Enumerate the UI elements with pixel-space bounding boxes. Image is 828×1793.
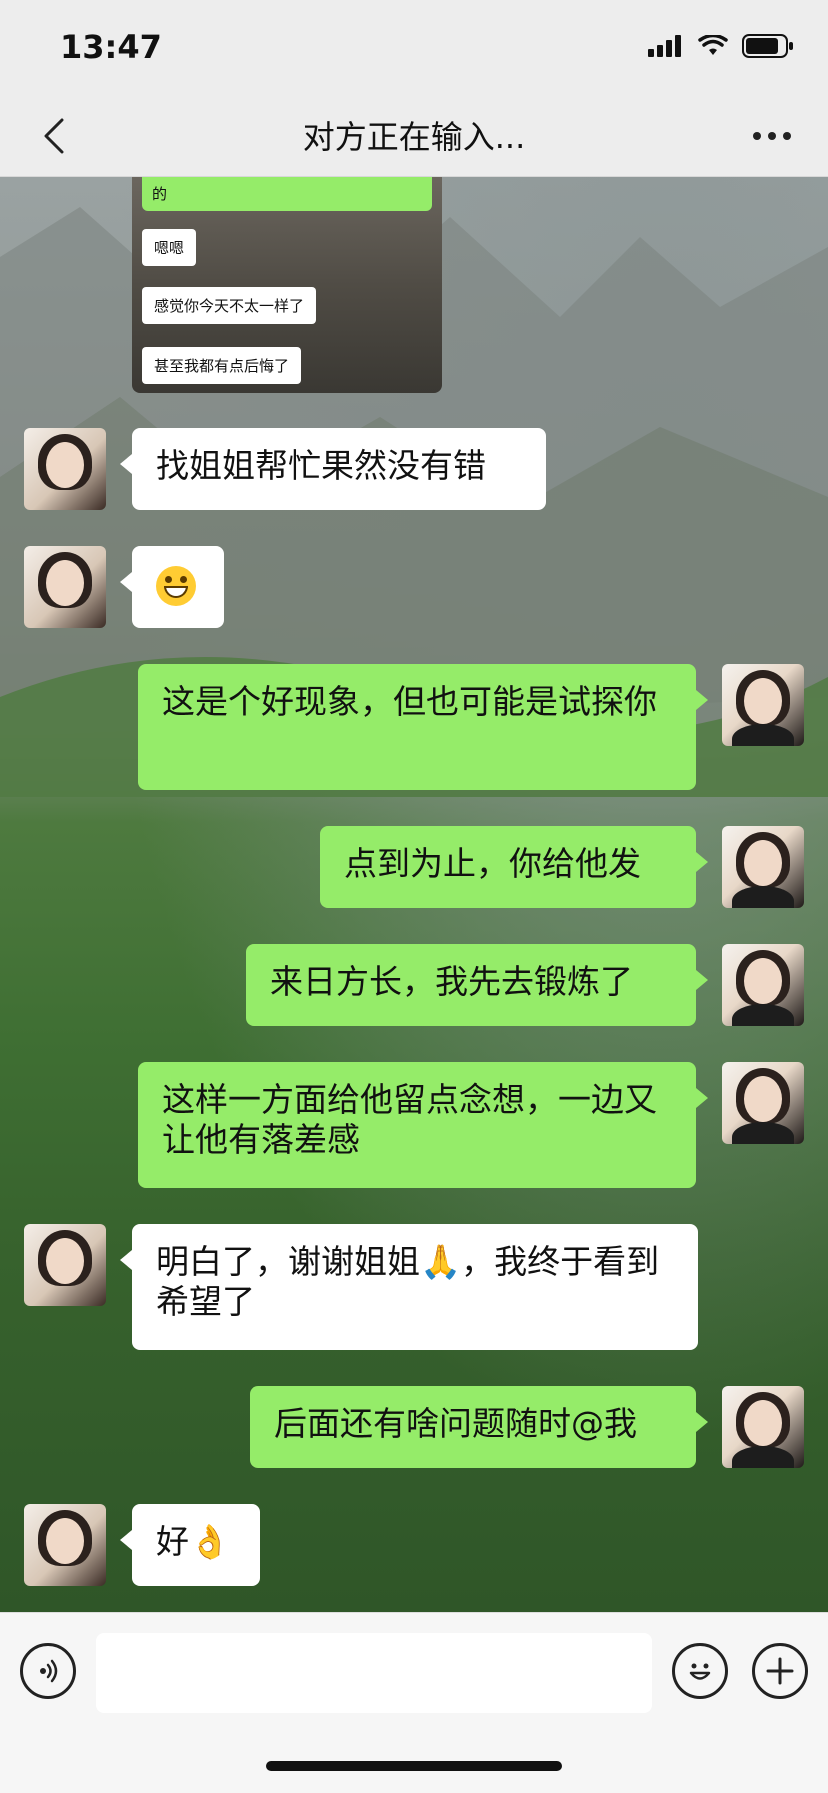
status-bar: 13:47 [0,0,828,96]
voice-icon [40,1659,58,1683]
input-bar [0,1612,828,1793]
signal-icon [648,35,681,57]
message-bubble-received[interactable]: 找姐姐帮忙果然没有错 [120,428,546,510]
smiley-icon [689,1663,711,1680]
plus-icon [766,1657,794,1685]
battery-icon [742,34,793,58]
message-bubble-sent[interactable]: 后面还有啥问题随时@我 [250,1386,708,1468]
message-bubble-received[interactable] [120,546,224,628]
message-bubble-received[interactable]: 好👌 [120,1504,260,1586]
wifi-icon [698,35,728,55]
shared-image-bubble: 感觉你今天不太一样了 [142,287,317,324]
grin-icon [156,565,196,606]
contact-avatar[interactable] [24,428,106,510]
status-time: 13:47 [60,28,162,66]
chat-area[interactable]: 的 嗯嗯 感觉你今天不太一样了 甚至我都有点后悔了 找姐姐帮忙果然没有错 这是个… [0,177,828,1612]
voice-button[interactable] [20,1643,76,1699]
contact-avatar[interactable] [24,1224,106,1306]
status-icons [648,34,794,58]
nav-bar: 对方正在输入... [0,96,828,177]
chat-title: 对方正在输入... [302,118,526,156]
message-input[interactable] [96,1633,652,1713]
user-avatar[interactable] [722,1062,804,1144]
user-avatar[interactable] [722,664,804,746]
user-avatar[interactable] [722,944,804,1026]
shared-image-bubble: 嗯嗯 [142,229,197,266]
emoji-button[interactable] [672,1643,728,1699]
message-bubble-sent[interactable]: 这样一方面给他留点念想，一边又让他有落差感 [138,1062,708,1188]
more-dots-icon [753,132,791,140]
user-avatar[interactable] [722,826,804,908]
plus-button[interactable] [752,1643,808,1699]
message-bubble-sent[interactable]: 点到为止，你给他发 [320,826,708,908]
home-indicator [266,1761,562,1771]
more-button[interactable] [744,116,800,156]
message-bubble-sent[interactable]: 这是个好现象，但也可能是试探你 [138,664,708,790]
shared-image-top-text: 的 [142,177,432,211]
contact-avatar[interactable] [24,1504,106,1586]
message-bubble-sent[interactable]: 来日方长，我先去锻炼了 [246,944,708,1026]
user-avatar[interactable] [722,1386,804,1468]
message-bubble-received[interactable]: 明白了，谢谢姐姐🙏，我终于看到希望了 [120,1224,698,1350]
contact-avatar[interactable] [24,546,106,628]
shared-image-bubble: 甚至我都有点后悔了 [142,347,302,384]
shared-image-message[interactable]: 的 嗯嗯 感觉你今天不太一样了 甚至我都有点后悔了 [132,177,442,393]
